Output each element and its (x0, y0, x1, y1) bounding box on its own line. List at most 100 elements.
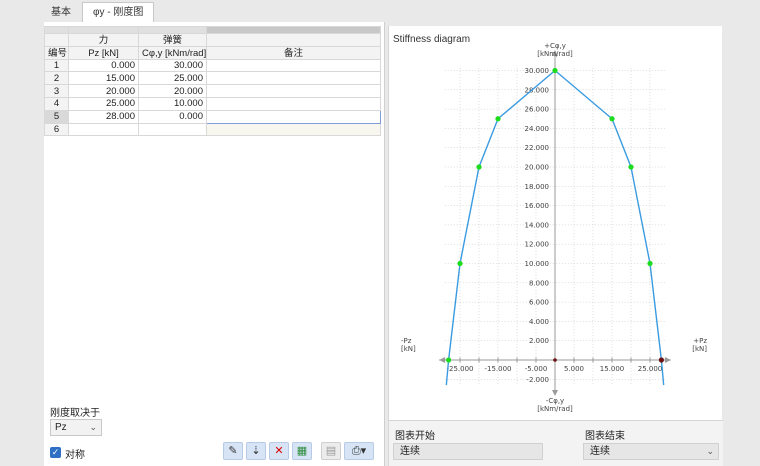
pz-cell[interactable]: 25.000 (68, 96, 139, 111)
x-tick-label: 25.000 (638, 365, 663, 373)
column-header-note: 备注 (206, 45, 381, 60)
pz-cell[interactable]: 20.000 (68, 84, 139, 98)
x-axis-positive-label: +Pz (693, 337, 707, 345)
column-header-no: 编号 (44, 45, 69, 60)
x-tick-label: -5.000 (525, 365, 548, 373)
table-row[interactable]: 1 0.000 30.000 (44, 58, 381, 73)
diagram-title: Stiffness diagram (393, 34, 471, 45)
x-axis-arrow-left (439, 357, 446, 363)
print-icon[interactable]: ⎙▾ (344, 442, 374, 460)
c-cell[interactable]: 25.000 (138, 71, 207, 86)
y-tick-label: 14.000 (525, 221, 550, 229)
row-number: 6 (44, 122, 69, 137)
diagram-end-select[interactable]: 连续 ⌄ (583, 443, 719, 460)
table-row[interactable]: 2 15.000 25.000 (44, 71, 381, 86)
header-corner (44, 26, 69, 34)
data-point (552, 67, 558, 74)
y-tick-label: 26.000 (525, 106, 550, 114)
tab-basic[interactable]: 基本 (40, 2, 82, 22)
header-spring: 弹簧 (138, 33, 207, 47)
symmetric-label: 对称 (65, 450, 85, 461)
diagram-panel: 30.000 28.000 26.000 24.000 22.000 20.000 18.0… (388, 26, 723, 466)
y-axis-negative-label: -Cφ,y (546, 397, 564, 405)
diagram-start-value: 连续 (400, 446, 420, 457)
tab-bar: 基本 φy - 刚度图 (40, 2, 155, 22)
origin-point (553, 358, 557, 362)
pz-cell[interactable]: 0.000 (68, 58, 139, 73)
window: 基本 φy - 刚度图 力 弹簧 编号 Pz [kN] Cφ,y [kNm/ra… (0, 0, 760, 466)
delete-icon[interactable]: ✕ (269, 442, 289, 460)
c-cell[interactable]: 10.000 (138, 96, 207, 111)
note-cell-active[interactable] (206, 109, 381, 124)
edit-icon[interactable]: ✎ (223, 442, 243, 460)
data-point (446, 357, 452, 363)
depends-on-select[interactable]: Pz ⌄ (50, 419, 102, 436)
import-excel-icon[interactable]: ▦ (292, 442, 312, 460)
c-cell[interactable]: 0.000 (138, 109, 207, 124)
chevron-down-icon: ⌄ (89, 422, 97, 432)
y-tick-label: 8.000 (529, 279, 549, 287)
diagram-end-value: 连续 (590, 446, 610, 457)
note-cell[interactable] (206, 122, 381, 137)
row-number: 2 (44, 71, 69, 86)
y-tick-label: 16.000 (525, 202, 550, 210)
y-tick-label: 20.000 (525, 164, 550, 172)
table-row[interactable]: 4 25.000 10.000 (44, 96, 381, 111)
symmetric-checkbox[interactable]: ✓ (50, 447, 61, 458)
c-cell[interactable]: 30.000 (138, 58, 207, 73)
y-tick-label: 6.000 (529, 299, 549, 307)
y-tick-label: 12.000 (525, 241, 550, 249)
table-panel: 力 弹簧 编号 Pz [kN] Cφ,y [kNm/rad] 备注 1 0.00… (44, 22, 385, 466)
diagram-footer: 图表开始 连续 图表结束 连续 ⌄ (389, 420, 723, 466)
table-row[interactable]: 3 20.000 20.000 (44, 84, 381, 98)
x-axis-positive-label: [kN] (692, 345, 707, 353)
header-force: 力 (68, 33, 139, 47)
y-tick-label: 10.000 (525, 260, 550, 268)
y-tick-label: 30.000 (525, 67, 550, 75)
header-bar (206, 26, 381, 34)
row-number: 5 (44, 109, 69, 124)
data-point (609, 116, 615, 122)
data-point (476, 164, 482, 170)
header-bar (138, 26, 207, 34)
note-cell[interactable] (206, 71, 381, 86)
y-tick-label: 18.000 (525, 183, 550, 191)
y-axis-arrow-down (552, 390, 558, 396)
data-point (647, 260, 653, 267)
x-tick-label: -25.000 (446, 365, 473, 373)
y-tick-label: 4.000 (529, 318, 549, 326)
column-header-c: Cφ,y [kNm/rad] (138, 45, 207, 60)
row-number: 3 (44, 84, 69, 98)
stiffness-table: 力 弹簧 编号 Pz [kN] Cφ,y [kNm/rad] 备注 1 0.00… (44, 26, 381, 137)
x-tick-label: 15.000 (600, 365, 625, 373)
y-axis-positive-label: +Cφ,y (544, 42, 566, 50)
c-cell[interactable] (138, 122, 207, 137)
x-axis-negative-label: -Pz (401, 337, 412, 345)
diagram-start-select[interactable]: 连续 (393, 443, 543, 460)
stiffness-diagram: 30.00028.00026.00024.00022.00020.00018.0… (401, 42, 707, 413)
axes (439, 50, 671, 396)
tick-labels: 30.00028.00026.00024.00022.00020.00018.0… (446, 67, 662, 384)
table-row-new[interactable]: 6 (44, 122, 381, 137)
export-icon[interactable]: ▤ (321, 442, 341, 460)
table-toolbar: ✎ ⇣ ✕ ▦ ▤ ⎙▾ (223, 442, 374, 460)
note-cell[interactable] (206, 58, 381, 73)
note-cell[interactable] (206, 96, 381, 111)
x-axis-negative-label: [kN] (401, 345, 416, 353)
header-empty (206, 33, 381, 47)
c-cell[interactable]: 20.000 (138, 84, 207, 98)
sort-icon[interactable]: ⇣ (246, 442, 266, 460)
tab-stiffness-diagram[interactable]: φy - 刚度图 (82, 2, 155, 22)
header-bar (68, 26, 139, 34)
depends-on-value: Pz (55, 422, 67, 433)
data-point (495, 116, 501, 122)
column-header-pz: Pz [kN] (68, 45, 139, 60)
pz-cell[interactable]: 15.000 (68, 71, 139, 86)
data-point (628, 164, 634, 170)
pz-cell[interactable]: 28.000 (68, 109, 139, 124)
table-row-selected[interactable]: 5 28.000 0.000 (44, 109, 381, 124)
pz-cell[interactable] (68, 122, 139, 137)
row-number: 1 (44, 58, 69, 73)
depends-on-label: 刚度取决于 (50, 408, 100, 419)
note-cell[interactable] (206, 84, 381, 98)
